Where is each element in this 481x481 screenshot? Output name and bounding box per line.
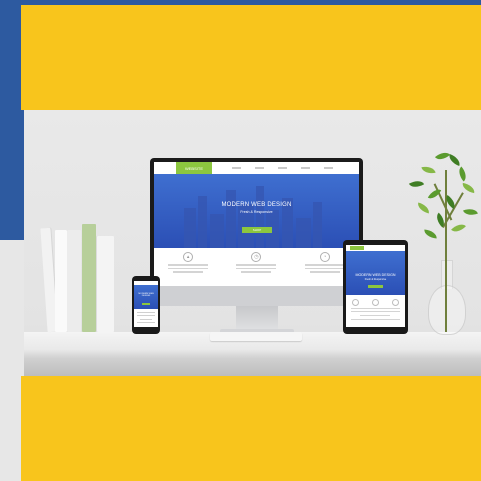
chart-icon: ▴ (183, 252, 194, 262)
monitor-chin (150, 286, 363, 306)
smartphone: MODERN WEB DESIGN (132, 276, 160, 334)
book-3 (67, 230, 81, 332)
tablet-screen: MODERN WEB DESIGN Fresh & Responsive (346, 245, 405, 327)
tablet-hero-title: MODERN WEB DESIGN (355, 273, 396, 277)
yellow-band-bottom (21, 376, 481, 481)
pie-icon: ◔ (319, 252, 330, 262)
devices-photo: WEBSITE MODERN WEB DESIGN Fresh & Respon… (24, 110, 481, 376)
tablet-hero: MODERN WEB DESIGN Fresh & Responsive (346, 251, 405, 295)
desktop-monitor: WEBSITE MODERN WEB DESIGN Fresh & Respon… (150, 158, 363, 292)
book-5 (97, 236, 114, 332)
book-4 (82, 224, 96, 332)
hero-subtitle: Fresh & Responsive (240, 210, 273, 214)
keyboard (210, 332, 302, 341)
site-features: ▴ ◷ ◔ (154, 248, 359, 288)
monitor-stand (236, 306, 278, 330)
glass-vase (428, 285, 466, 335)
hero-title: MODERN WEB DESIGN (221, 202, 292, 208)
feature-2: ◷ (234, 252, 278, 288)
site-navbar: WEBSITE (154, 162, 359, 174)
monitor-screen: WEBSITE MODERN WEB DESIGN Fresh & Respon… (154, 162, 359, 288)
site-nav-links (232, 167, 333, 169)
hero-cta-button: SHOP (242, 227, 272, 233)
tablet-logo (350, 246, 364, 250)
clock-icon: ◷ (251, 252, 262, 262)
feature-3: ◔ (303, 252, 347, 288)
phone-cta (142, 303, 150, 305)
phone-hero-title: MODERN WEB DESIGN (138, 293, 154, 297)
site-hero: MODERN WEB DESIGN Fresh & Responsive SHO… (154, 174, 359, 248)
tablet-feature-icons (346, 299, 405, 306)
phone-screen: MODERN WEB DESIGN (134, 281, 158, 327)
tablet-cta (368, 285, 383, 288)
feature-1: ▴ (166, 252, 210, 288)
site-logo: WEBSITE (176, 162, 212, 174)
tablet: MODERN WEB DESIGN Fresh & Responsive (343, 240, 408, 334)
phone-hero: MODERN WEB DESIGN (134, 285, 158, 309)
yellow-band-top (21, 5, 481, 110)
tablet-hero-subtitle: Fresh & Responsive (364, 278, 387, 281)
book-2 (55, 230, 67, 332)
